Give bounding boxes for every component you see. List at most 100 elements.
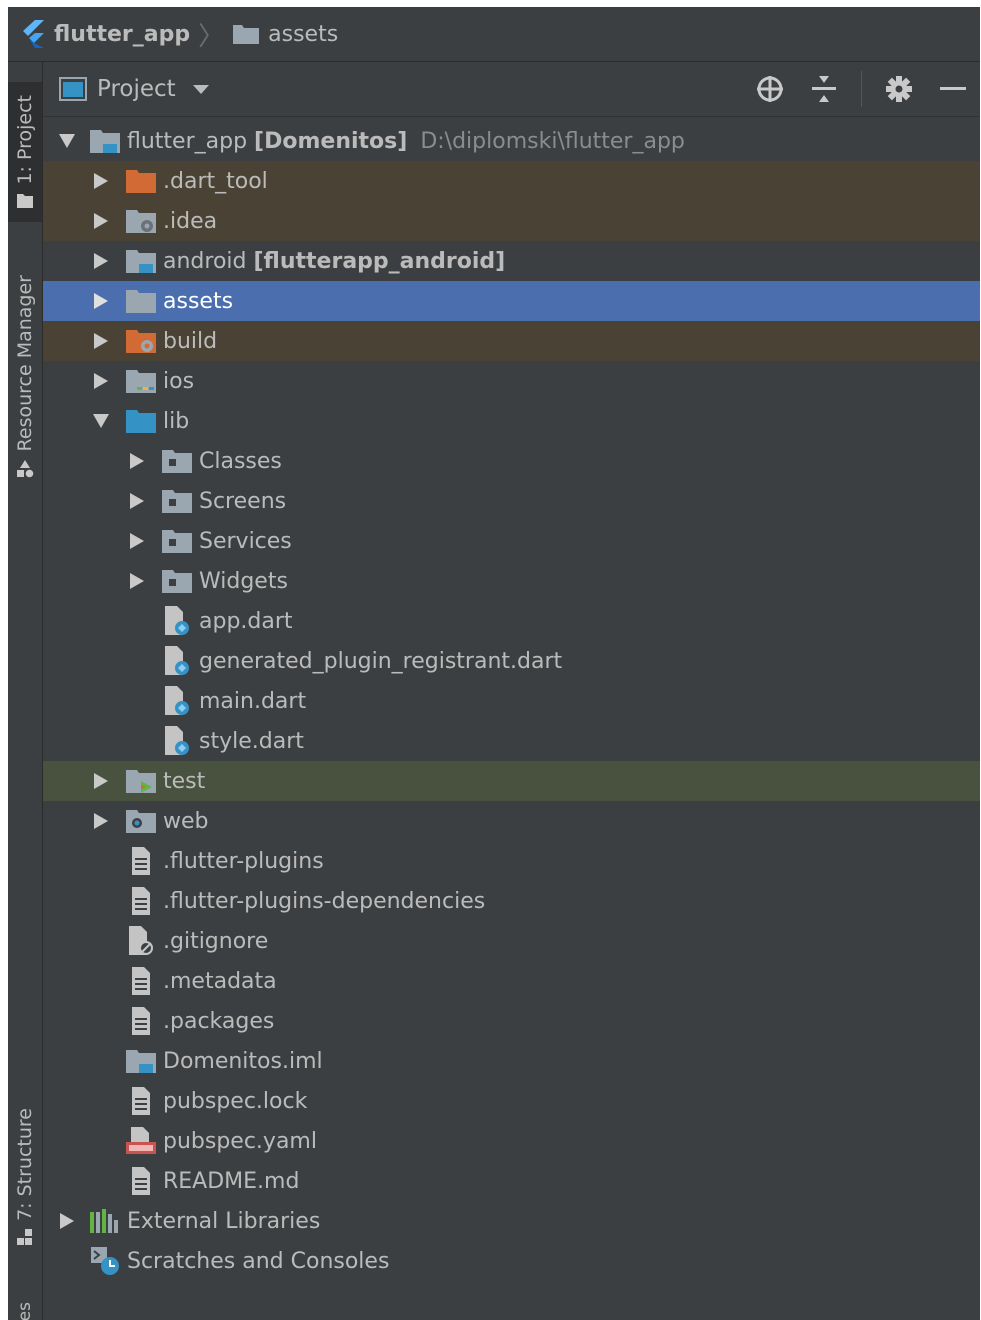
tree-expand-arrow[interactable] [57,1211,77,1231]
tree-item-label: lib [163,408,190,434]
tree-item-classes[interactable]: Classes [43,441,980,481]
tree-item-dart-tool[interactable]: .dart_tool [43,161,980,201]
tree-expand-arrow[interactable] [127,491,147,511]
triangle-right-icon [130,453,144,469]
tree-expand-arrow[interactable] [91,331,111,351]
tree-expand-arrow[interactable] [91,411,111,431]
tree-expand-arrow[interactable] [91,171,111,191]
tree-item-label: Scratches and Consoles [127,1248,390,1274]
collapse-all-button[interactable] [807,72,841,106]
tree-item-root[interactable]: flutter_app [Domenitos] D:\diplomski\flu… [43,121,980,161]
package-folder-icon [161,525,193,557]
tree-item-external-libraries[interactable]: External Libraries [43,1201,980,1241]
tree-item-services[interactable]: Services [43,521,980,561]
locate-file-button[interactable] [753,72,787,106]
settings-button[interactable] [882,72,916,106]
triangle-right-icon [60,1213,74,1229]
config-folder-icon [125,205,157,237]
tree-item-style-dart[interactable]: style.dart [43,721,980,761]
tree-expand-arrow[interactable] [91,811,111,831]
tree-item-pubspec-lock[interactable]: pubspec.lock [43,1081,980,1121]
module-file-icon [125,1045,157,1077]
tree-item-screens[interactable]: Screens [43,481,980,521]
hide-panel-button[interactable] [936,72,970,106]
tree-item-label: app.dart [199,608,293,634]
tree-item-flutter-plugins[interactable]: .flutter-plugins [43,841,980,881]
dart-file-icon [161,645,193,677]
tree-item-scratches[interactable]: Scratches and Consoles [43,1241,980,1281]
tree-item-packages[interactable]: .packages [43,1001,980,1041]
project-tree: flutter_app [Domenitos] D:\diplomski\flu… [43,121,980,1320]
tree-item-label: test [163,768,206,794]
tree-expand-arrow[interactable] [127,451,147,471]
breadcrumb-project[interactable]: flutter_app [20,19,190,49]
tree-expand-arrow[interactable] [91,251,111,271]
tree-item-lib[interactable]: lib [43,401,980,441]
tree-item-android[interactable]: android [flutterapp_android] [43,241,980,281]
tree-item-web[interactable]: web [43,801,980,841]
tree-item-label: README.md [163,1168,300,1194]
tree-item-label: .gitignore [163,928,269,954]
breadcrumb-folder-label: assets [268,21,339,47]
tab-bottom[interactable]: es [8,1300,42,1320]
module-folder-icon [125,245,157,277]
tree-expand-arrow[interactable] [91,211,111,231]
text-file-icon [125,1085,157,1117]
ignore-file-icon [125,925,157,957]
project-view-label: Project [97,76,176,102]
tree-item-main-dart[interactable]: main.dart [43,681,980,721]
tree-item-label: Services [199,528,292,554]
tree-item-test[interactable]: test [43,761,980,801]
tree-item-label: android [163,248,247,274]
tree-item-label: main.dart [199,688,307,714]
tree-expand-arrow[interactable] [91,771,111,791]
triangle-down-icon [59,134,75,148]
triangle-right-icon [94,253,108,269]
tree-item-widgets[interactable]: Widgets [43,561,980,601]
test-folder-icon [125,765,157,797]
tree-item-domenitos-iml[interactable]: Domenitos.iml [43,1041,980,1081]
project-view-selector[interactable]: Project [59,76,210,102]
tab-project[interactable]: 1: Project [8,82,42,222]
gear-icon [886,76,912,102]
tab-resource-manager-label: Resource Manager [14,274,36,452]
tree-item-flutter-plugins-dependencies[interactable]: .flutter-plugins-dependencies [43,881,980,921]
tree-item-assets[interactable]: assets [43,281,980,321]
tab-structure[interactable]: 7: Structure [8,1102,42,1252]
triangle-right-icon [130,533,144,549]
tree-item-label: pubspec.lock [163,1088,308,1114]
root-module: [Domenitos] [254,128,408,154]
tree-item-readme[interactable]: README.md [43,1161,980,1201]
tree-item-generated-plugin-registrant[interactable]: generated_plugin_registrant.dart [43,641,980,681]
chevron-down-icon [192,85,209,94]
structure-icon [17,1229,32,1246]
triangle-down-icon [93,414,109,428]
android-module-name: [flutterapp_android] [253,248,506,274]
source-folder-icon [125,405,157,437]
tree-item-ios[interactable]: ios [43,361,980,401]
tree-item-build[interactable]: build [43,321,980,361]
tree-item-pubspec-yaml[interactable]: pubspec.yaml [43,1121,980,1161]
tool-window-strip: 1: Project Resource Manager 7: Structure [8,62,43,1320]
tree-item-metadata[interactable]: .metadata [43,961,980,1001]
text-file-icon [125,885,157,917]
tree-expand-arrow[interactable] [127,571,147,591]
tab-resource-manager[interactable]: Resource Manager [8,262,42,492]
tree-expand-arrow[interactable] [127,531,147,551]
tree-expand-arrow[interactable] [91,291,111,311]
ide-window: flutter_app 〉 assets 1: Project Resource… [8,7,980,1320]
root-name: flutter_app [127,128,248,154]
triangle-right-icon [94,773,108,789]
tab-project-label: 1: Project [14,95,36,185]
triangle-right-icon [94,173,108,189]
tree-item-idea[interactable]: .idea [43,201,980,241]
breadcrumb-folder[interactable]: assets [232,22,338,47]
tree-item-label: ios [163,368,195,394]
tab-bottom-label: es [15,1302,35,1320]
tree-item-gitignore[interactable]: .gitignore [43,921,980,961]
breadcrumb-project-label: flutter_app [54,21,191,47]
tree-expand-arrow[interactable] [91,371,111,391]
tree-expand-arrow[interactable] [57,131,77,151]
tree-item-label: .flutter-plugins-dependencies [163,888,486,914]
tree-item-app-dart[interactable]: app.dart [43,601,980,641]
